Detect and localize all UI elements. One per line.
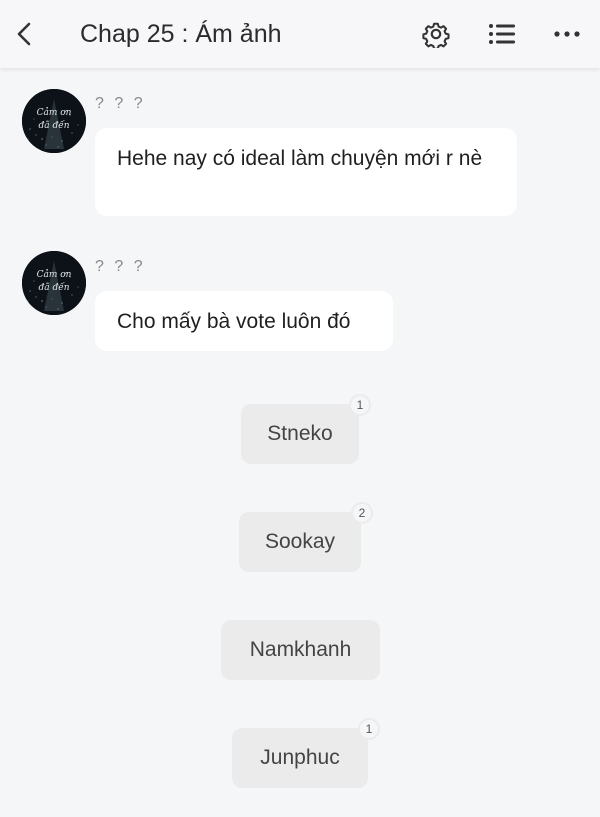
- avatar-caption-line2: đã đến: [38, 120, 69, 131]
- choice-button[interactable]: Stneko 1: [241, 394, 371, 464]
- choice-label: Namkhanh: [249, 638, 352, 661]
- more-options-button[interactable]: [549, 16, 585, 52]
- back-button[interactable]: [8, 17, 42, 51]
- settings-button[interactable]: [418, 16, 454, 52]
- avatar-caption-line1: Cảm ơn: [37, 269, 72, 280]
- avatar-caption-line1: Cảm ơn: [37, 107, 72, 118]
- sender-name: ? ? ?: [95, 258, 146, 275]
- avatar[interactable]: Cảm ơn đã đến: [22, 89, 86, 153]
- top-bar: Chap 25 : Ám ảnh: [0, 0, 600, 68]
- gear-icon: [422, 22, 450, 48]
- choice-label: Junphuc: [260, 746, 340, 769]
- chapter-title: Chap 25 : Ám ảnh: [80, 20, 282, 48]
- avatar-caption-line2: đã đến: [38, 282, 69, 293]
- vote-count-badge: 2: [351, 502, 373, 524]
- choice-button[interactable]: Junphuc 1: [232, 718, 380, 788]
- avatar-image: Cảm ơn đã đến: [22, 89, 86, 153]
- message-bubble: Cho mấy bà vote luôn đó: [95, 291, 393, 351]
- vote-count-badge: 1: [349, 394, 371, 416]
- choice-button[interactable]: Sookay 2: [239, 502, 373, 572]
- choice-label: Stneko: [267, 422, 333, 445]
- more-horizontal-icon: [554, 31, 580, 37]
- list-icon: [489, 24, 515, 44]
- choice-button[interactable]: Namkhanh: [221, 620, 380, 680]
- choice-label: Sookay: [264, 530, 336, 553]
- avatar[interactable]: Cảm ơn đã đến: [22, 251, 86, 315]
- sender-name: ? ? ?: [95, 95, 146, 112]
- chevron-left-icon: [17, 22, 31, 46]
- vote-count-badge: 1: [358, 718, 380, 740]
- avatar-image: Cảm ơn đã đến: [22, 251, 86, 315]
- message-bubble: Hehe nay có ideal làm chuyện mới r nè: [95, 128, 517, 216]
- chapter-list-button[interactable]: [484, 16, 520, 52]
